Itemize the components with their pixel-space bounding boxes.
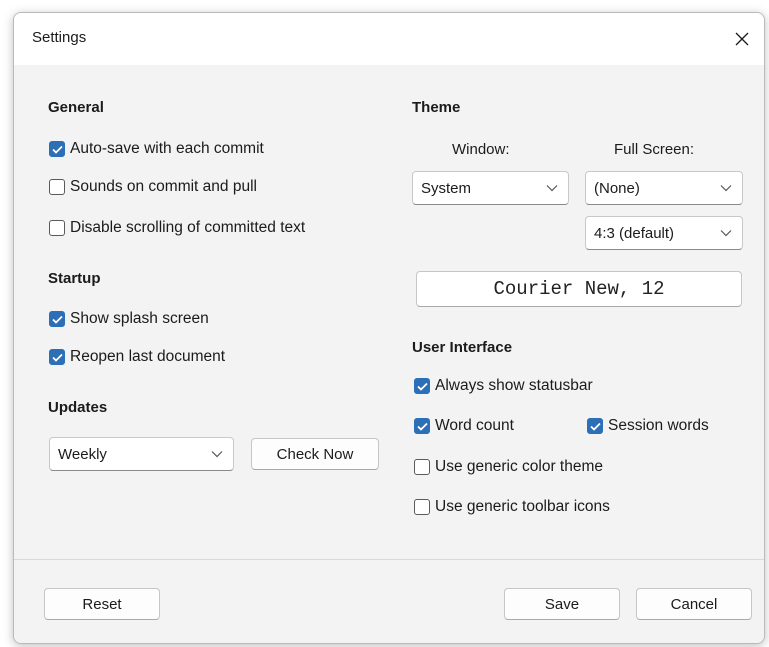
reset-button[interactable]: Reset <box>44 588 160 620</box>
font-picker-button[interactable]: Courier New, 12 <box>416 271 742 307</box>
statusbar-checkbox[interactable]: Always show statusbar <box>414 377 593 395</box>
checkbox-label: Reopen last document <box>70 348 226 365</box>
cancel-button[interactable]: Cancel <box>636 588 752 620</box>
checkbox-label: Session words <box>608 417 709 434</box>
chevron-down-icon <box>720 185 732 192</box>
user-interface-heading: User Interface <box>412 339 513 356</box>
chevron-down-icon <box>211 451 223 458</box>
chevron-down-icon <box>720 230 732 237</box>
checkmark-icon <box>416 422 428 431</box>
word-count-checkbox[interactable]: Word count <box>414 417 514 435</box>
check-now-button[interactable]: Check Now <box>251 438 379 470</box>
title-bar: Settings <box>14 13 764 65</box>
disable-scrolling-checkbox[interactable]: Disable scrolling of committed text <box>49 219 305 237</box>
close-button[interactable] <box>726 23 758 55</box>
save-button[interactable]: Save <box>504 588 620 620</box>
window-theme-label: Window: <box>452 141 510 158</box>
theme-heading: Theme <box>412 99 461 116</box>
checkbox-unchecked <box>49 220 65 236</box>
startup-heading: Startup <box>48 270 101 287</box>
checkbox-checked <box>49 349 65 365</box>
checkbox-label: Show splash screen <box>70 310 209 327</box>
generic-color-theme-checkbox[interactable]: Use generic color theme <box>414 458 603 476</box>
checkbox-label: Disable scrolling of committed text <box>70 219 306 236</box>
checkmark-icon <box>51 315 63 324</box>
checkbox-label: Sounds on commit and pull <box>70 178 257 195</box>
window-title: Settings <box>32 29 87 46</box>
settings-dialog: Settings General Auto-save with each com… <box>13 12 765 644</box>
general-heading: General <box>48 99 104 116</box>
checkbox-label: Use generic color theme <box>435 458 603 475</box>
splash-screen-checkbox[interactable]: Show splash screen <box>49 310 209 328</box>
window-theme-select[interactable]: System <box>412 171 569 205</box>
checkbox-checked <box>49 141 65 157</box>
checkbox-label: Use generic toolbar icons <box>435 498 610 515</box>
checkbox-checked <box>414 418 430 434</box>
sounds-checkbox[interactable]: Sounds on commit and pull <box>49 178 257 196</box>
reopen-document-checkbox[interactable]: Reopen last document <box>49 348 225 366</box>
select-value: (None) <box>594 179 640 197</box>
auto-save-checkbox[interactable]: Auto-save with each commit <box>49 140 264 158</box>
checkbox-checked <box>49 311 65 327</box>
generic-toolbar-icons-checkbox[interactable]: Use generic toolbar icons <box>414 498 610 516</box>
checkmark-icon <box>589 422 601 431</box>
checkmark-icon <box>51 353 63 362</box>
checkbox-unchecked <box>414 459 430 475</box>
updates-heading: Updates <box>48 399 108 416</box>
update-frequency-select[interactable]: Weekly <box>49 437 234 471</box>
fullscreen-theme-select[interactable]: (None) <box>585 171 743 205</box>
checkbox-label: Auto-save with each commit <box>70 140 264 157</box>
select-value: System <box>421 179 472 197</box>
close-icon <box>735 32 749 46</box>
checkmark-icon <box>416 382 428 391</box>
checkbox-checked <box>587 418 603 434</box>
fullscreen-theme-label: Full Screen: <box>614 141 695 158</box>
session-words-checkbox[interactable]: Session words <box>587 417 709 435</box>
checkbox-unchecked <box>414 499 430 515</box>
checkbox-checked <box>414 378 430 394</box>
checkbox-label: Always show statusbar <box>435 377 593 394</box>
select-value: 4:3 (default) <box>594 224 675 242</box>
select-value: Weekly <box>58 445 107 463</box>
chevron-down-icon <box>546 185 558 192</box>
checkbox-label: Word count <box>435 417 514 434</box>
checkbox-unchecked <box>49 179 65 195</box>
aspect-ratio-select[interactable]: 4:3 (default) <box>585 216 743 250</box>
checkmark-icon <box>51 145 63 154</box>
